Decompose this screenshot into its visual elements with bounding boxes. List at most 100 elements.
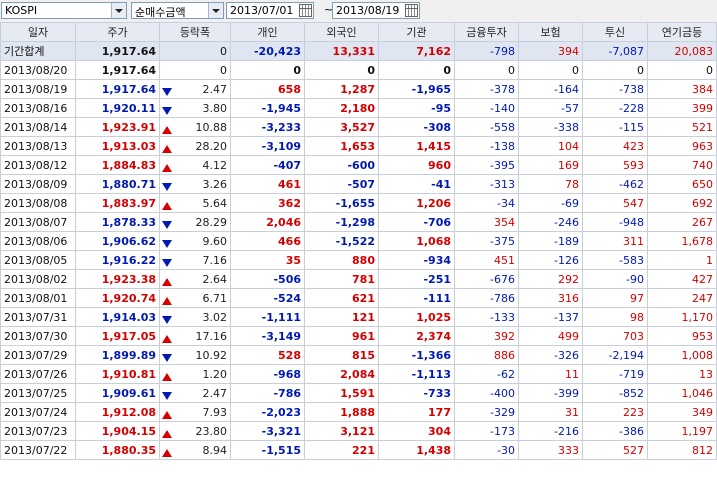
insurance-cell: -216 <box>518 421 583 441</box>
change-cell: 5.64 <box>159 193 231 213</box>
institution-cell: -95 <box>378 98 455 118</box>
column-header-trust[interactable]: 투신 <box>582 22 648 42</box>
finance-cell: -786 <box>454 288 519 308</box>
finance-cell: -133 <box>454 307 519 327</box>
price-cell: 1,910.81 <box>75 364 160 384</box>
table-row[interactable]: 2013/07/30 1,917.05 17.16 -3,149 961 2,374 392… <box>0 326 717 346</box>
table-row[interactable]: 2013/07/23 1,904.15 23.80 -3,321 3,121 304 -17… <box>0 421 717 441</box>
date-cell: 2013/08/05 <box>0 250 76 270</box>
end-date-input[interactable]: 2013/08/19 <box>332 2 420 19</box>
column-header-foreign[interactable]: 외국인 <box>304 22 379 42</box>
pension-cell: 692 <box>647 193 717 213</box>
change-cell: 23.80 <box>159 421 231 441</box>
table-row[interactable]: 2013/07/25 1,909.61 2.47 -786 1,591 -733 -400-… <box>0 383 717 403</box>
change-cell: 9.60 <box>159 231 231 251</box>
triangle-down-icon <box>162 106 172 115</box>
table-row[interactable]: 2013/07/24 1,912.08 7.93 -2,023 1,888 177 -329… <box>0 402 717 422</box>
table-row[interactable]: 2013/07/22 1,880.35 8.94 -1,515 221 1,438 -30 3… <box>0 440 717 460</box>
pension-cell: 963 <box>647 136 717 156</box>
triangle-down-icon <box>162 87 172 96</box>
table-row[interactable]: 2013/07/31 1,914.03 3.02 -1,111 121 1,025 -133… <box>0 307 717 327</box>
price-cell: 1,914.03 <box>75 307 160 327</box>
institution-cell: 177 <box>378 402 455 422</box>
pension-cell: 1,046 <box>647 383 717 403</box>
trust-cell: -852 <box>582 383 648 403</box>
market-select[interactable]: KOSPI <box>1 2 127 19</box>
trust-cell: 527 <box>582 440 648 460</box>
table-row[interactable]: 2013/08/13 1,913.03 28.20 -3,109 1,653 1,415-… <box>0 136 717 156</box>
trust-cell: -462 <box>582 174 648 194</box>
price-cell: 1,917.64 <box>75 60 160 80</box>
change-value: 28.29 <box>195 215 228 229</box>
pension-cell: 267 <box>647 212 717 232</box>
insurance-cell: -399 <box>518 383 583 403</box>
date-cell: 2013/08/07 <box>0 212 76 232</box>
finance-cell: -798 <box>454 41 519 61</box>
insurance-cell: 499 <box>518 326 583 346</box>
table-row[interactable]: 2013/08/19 1,917.64 2.47 658 1,287 -1,965 -378… <box>0 79 717 99</box>
column-header-individual[interactable]: 개인 <box>230 22 305 42</box>
column-header-price[interactable]: 주가 <box>75 22 160 42</box>
price-cell: 1,880.71 <box>75 174 160 194</box>
institution-cell: 2,374 <box>378 326 455 346</box>
price-cell: 1,904.15 <box>75 421 160 441</box>
table-row[interactable]: 2013/07/29 1,899.89 10.92 528 815 -1,366 886 -3… <box>0 345 717 365</box>
column-header-insurance[interactable]: 보험 <box>518 22 583 42</box>
change-cell: 0 <box>159 41 231 61</box>
column-header-institution[interactable]: 기관 <box>378 22 455 42</box>
triangle-up-icon <box>162 448 172 457</box>
table-row[interactable]: 2013/08/09 1,880.71 3.26 461 -507 -41 -313 78 -4… <box>0 174 717 194</box>
column-header-pension[interactable]: 연기금등 <box>647 22 717 42</box>
start-date-input[interactable]: 2013/07/01 <box>226 2 314 19</box>
chevron-down-icon[interactable] <box>111 3 126 18</box>
change-value: 2.47 <box>202 82 228 96</box>
trust-cell: 98 <box>582 307 648 327</box>
triangle-down-icon <box>162 220 172 229</box>
institution-cell: 1,206 <box>378 193 455 213</box>
triangle-up-icon <box>162 163 172 172</box>
trust-cell: 547 <box>582 193 648 213</box>
column-header-finance[interactable]: 금융투자 <box>454 22 519 42</box>
column-header-date[interactable]: 일자 <box>0 22 76 42</box>
insurance-cell: 316 <box>518 288 583 308</box>
triangle-up-icon <box>162 125 172 134</box>
individual-cell: 528 <box>230 345 305 365</box>
pension-cell: 740 <box>647 155 717 175</box>
finance-cell: -138 <box>454 136 519 156</box>
change-cell: 2.64 <box>159 269 231 289</box>
table-row[interactable]: 2013/08/12 1,884.83 4.12 -407 -600 960 -395 169… <box>0 155 717 175</box>
price-cell: 1,878.33 <box>75 212 160 232</box>
calendar-icon[interactable] <box>405 4 418 17</box>
toolbar: KOSPI 순매수금액 2013/07/01 ~ 2013/08/19 <box>0 0 717 22</box>
chevron-down-icon[interactable] <box>208 3 223 18</box>
finance-cell: -676 <box>454 269 519 289</box>
finance-cell: -329 <box>454 402 519 422</box>
table-row[interactable]: 2013/08/16 1,920.11 3.80 -1,945 2,180 -95 -140… <box>0 98 717 118</box>
institution-cell: 960 <box>378 155 455 175</box>
triangle-down-icon <box>162 391 172 400</box>
summary-row[interactable]: 기간합계 1,917.64 0 -20,423 13,331 7,162 -798 394 -7… <box>0 41 717 61</box>
finance-cell: -395 <box>454 155 519 175</box>
foreign-cell: 121 <box>304 307 379 327</box>
individual-cell: 2,046 <box>230 212 305 232</box>
table-row[interactable]: 2013/07/26 1,910.81 1.20 -968 2,084 -1,113 -62… <box>0 364 717 384</box>
change-value: 1.20 <box>202 367 228 381</box>
trust-cell: -583 <box>582 250 648 270</box>
table-row[interactable]: 2013/08/05 1,916.22 7.16 35 880 -934 451 -126 -5… <box>0 250 717 270</box>
table-row[interactable]: 2013/08/01 1,920.74 6.71 -524 621 -111 -786 316… <box>0 288 717 308</box>
column-header-change[interactable]: 등락폭 <box>159 22 231 42</box>
table-row[interactable]: 2013/08/06 1,906.62 9.60 466 -1,522 1,068 -375… <box>0 231 717 251</box>
metric-select[interactable]: 순매수금액 <box>131 2 224 19</box>
table-row[interactable]: 2013/08/02 1,923.38 2.64 -506 781 -251 -676 292… <box>0 269 717 289</box>
table-row[interactable]: 2013/08/08 1,883.97 5.64 362 -1,655 1,206 -34-… <box>0 193 717 213</box>
change-cell: 10.92 <box>159 345 231 365</box>
calendar-icon[interactable] <box>299 4 312 17</box>
date-cell: 2013/08/08 <box>0 193 76 213</box>
change-value: 3.80 <box>202 101 228 115</box>
table-row[interactable]: 2013/08/14 1,923.91 10.88 -3,233 3,527 -308 -5… <box>0 117 717 137</box>
foreign-cell: 13,331 <box>304 41 379 61</box>
table-row[interactable]: 2013/08/07 1,878.33 28.29 2,046 -1,298 -706 35… <box>0 212 717 232</box>
price-cell: 1,913.03 <box>75 136 160 156</box>
change-cell: 4.12 <box>159 155 231 175</box>
table-row[interactable]: 2013/08/20 1,917.64 0 0 0 0 0 0 0 0 <box>0 60 717 80</box>
